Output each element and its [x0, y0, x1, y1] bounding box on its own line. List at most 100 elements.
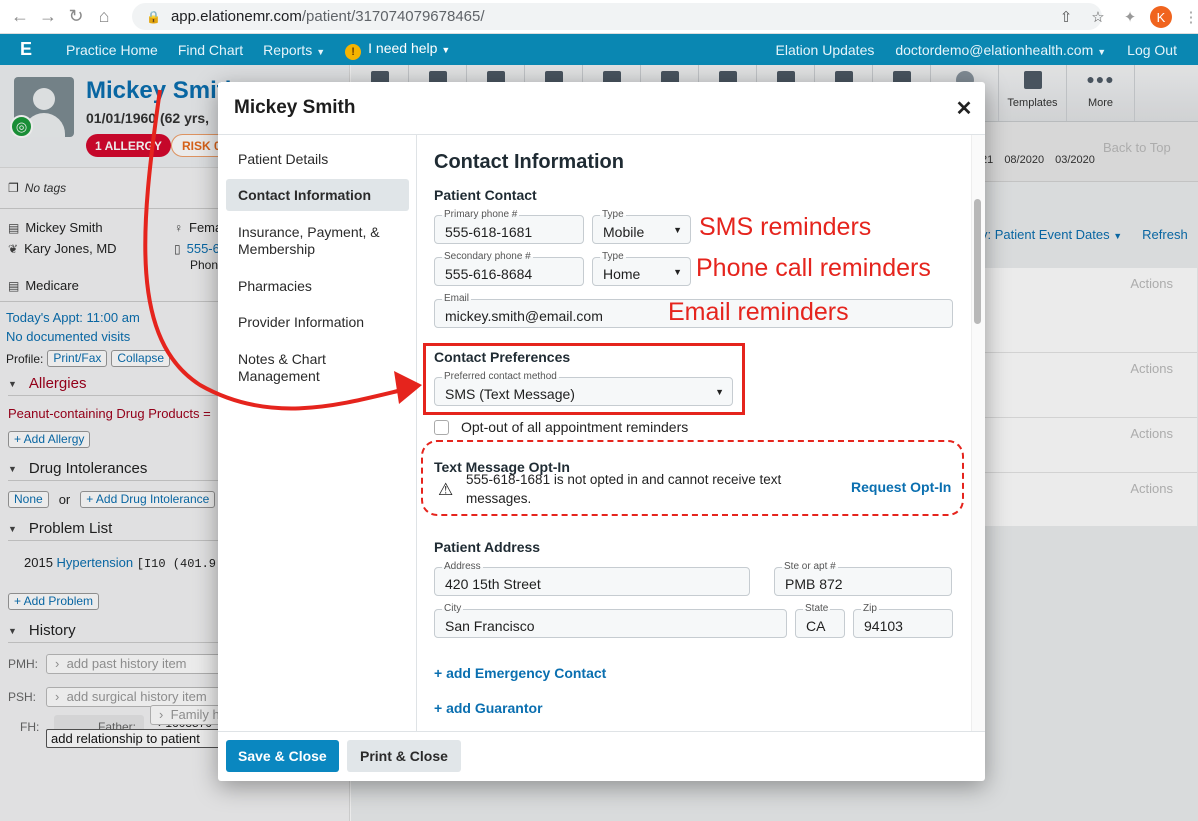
forward-arrow-icon[interactable]: → — [34, 3, 62, 31]
city-label: City — [442, 603, 464, 614]
nav-find-chart[interactable]: Find Chart — [178, 42, 243, 58]
templates-label: Templates — [1007, 97, 1058, 109]
nav-user-menu[interactable]: doctordemo@elationhealth.com ▼ — [895, 42, 1106, 58]
state-field[interactable]: State CA — [795, 603, 845, 638]
add-allergy-button[interactable]: + Add Allergy — [8, 431, 91, 448]
secondary-phone-field[interactable]: Secondary phone # 555-616-8684 — [434, 251, 584, 286]
pmh-input[interactable]: › add past history item — [46, 653, 226, 674]
city-field[interactable]: City San Francisco — [434, 603, 787, 638]
optin-warning-text: 555-618-1681 is not opted in and cannot … — [466, 472, 782, 506]
toolbar-more[interactable]: ●●● More — [1067, 65, 1135, 121]
scrollbar-thumb[interactable] — [974, 199, 981, 324]
annotation-sms: SMS reminders — [699, 213, 872, 241]
actions-link[interactable]: Actions — [1130, 481, 1173, 496]
print-close-button[interactable]: Print & Close — [347, 740, 461, 772]
none-button[interactable]: None — [8, 491, 49, 508]
secondary-phone-label: Secondary phone # — [442, 251, 533, 262]
secondary-type-select[interactable]: Type Home ▼ — [592, 251, 691, 286]
optout-label[interactable]: Opt-out of all appointment reminders — [461, 419, 688, 435]
add-emergency-contact-link[interactable]: + add Emergency Contact — [434, 665, 606, 681]
modal-nav-notes-chart[interactable]: Notes & Chart Management — [226, 351, 356, 385]
caret-down-icon: ▼ — [673, 267, 682, 277]
primary-phone-field[interactable]: Primary phone # 555-618-1681 — [434, 209, 584, 244]
browser-toolbar: ← → ↻ ⌂ 🔒 app.elationemr.com/patient/317… — [0, 0, 1198, 34]
drug-intolerances-title: Drug Intolerances — [28, 460, 148, 477]
state-value: CA — [806, 618, 826, 634]
sort-dropdown[interactable]: y: Patient Event Dates ▼ — [981, 227, 1122, 242]
close-icon[interactable]: ✕ — [953, 96, 975, 121]
zip-field[interactable]: Zip 94103 — [853, 603, 953, 638]
add-guarantor-link[interactable]: + add Guarantor — [434, 700, 543, 716]
extensions-icon[interactable]: ✦ — [1114, 8, 1146, 26]
alert-icon: ! — [345, 43, 362, 60]
actions-link[interactable]: Actions — [1130, 276, 1173, 291]
add-drug-intolerance-button[interactable]: + Add Drug Intolerance — [80, 491, 216, 508]
annotation-email: Email reminders — [668, 298, 849, 326]
star-icon[interactable]: ☆ — [1082, 8, 1114, 26]
phone-icon: ▯ — [174, 242, 181, 256]
primary-type-select[interactable]: Type Mobile ▼ — [592, 209, 691, 244]
nav-reports[interactable]: Reports ▼ — [263, 42, 325, 58]
problem-name[interactable]: Hypertension — [57, 555, 134, 570]
nav-elation-updates[interactable]: Elation Updates — [776, 42, 875, 58]
share-icon[interactable]: ⇧ — [1050, 8, 1082, 26]
nav-logout[interactable]: Log Out — [1127, 42, 1177, 58]
patient-modal: Mickey Smith ✕ Patient Details Contact I… — [218, 82, 985, 781]
problem-code: [I10 (401.9 — [136, 557, 216, 571]
patient-phone[interactable]: 555-6 — [187, 241, 220, 256]
caret-down-icon: ▼ — [1097, 46, 1107, 57]
psh-label: PSH: — [8, 689, 37, 704]
apt-field[interactable]: Ste or apt # PMB 872 — [774, 561, 952, 596]
city-value: San Francisco — [445, 618, 535, 634]
url-path: /patient/317074079678465/ — [301, 8, 485, 25]
more-dots-icon: ●●● — [1086, 71, 1115, 87]
modal-nav-insurance[interactable]: Insurance, Payment, & Membership — [226, 224, 396, 258]
refresh-link[interactable]: Refresh — [1142, 227, 1188, 242]
address-label: Address — [442, 561, 483, 572]
preferred-contact-method-select[interactable]: Preferred contact method SMS (Text Messag… — [434, 371, 733, 406]
zip-label: Zip — [861, 603, 879, 614]
modal-scrollbar[interactable] — [971, 135, 985, 731]
id-card-icon: ▤ — [8, 221, 20, 235]
home-icon[interactable]: ⌂ — [90, 3, 118, 31]
menu-dots-icon[interactable]: ⋮ — [1184, 8, 1198, 26]
modal-nav-pharmacies[interactable]: Pharmacies — [226, 278, 409, 295]
allergy-badge[interactable]: 1 ALLERGY — [86, 134, 171, 157]
timeline-date[interactable]: 03/2020 — [1055, 154, 1095, 166]
address-field[interactable]: Address 420 15th Street — [434, 561, 750, 596]
modal-nav-provider-information[interactable]: Provider Information — [226, 314, 409, 331]
nav-help-label: I need help — [368, 39, 438, 56]
user-email: doctordemo@elationhealth.com — [895, 41, 1094, 58]
contact-preferences-heading: Contact Preferences — [434, 349, 571, 365]
more-label: More — [1087, 97, 1114, 109]
triangle-down-icon: ▼ — [8, 463, 17, 474]
url-host: app.elationemr.com — [170, 8, 302, 25]
or-label: or — [58, 492, 71, 507]
elation-logo-icon[interactable]: E — [0, 34, 52, 65]
actions-link[interactable]: Actions — [1130, 361, 1173, 376]
modal-nav: Patient Details Contact Information Insu… — [218, 135, 417, 731]
toolbar-templates[interactable]: Templates — [999, 65, 1067, 121]
reload-icon[interactable]: ↻ — [62, 3, 90, 31]
caret-down-icon: ▼ — [316, 46, 326, 57]
back-arrow-icon[interactable]: ← — [6, 3, 34, 31]
actions-link[interactable]: Actions — [1130, 426, 1173, 441]
nav-practice-home[interactable]: Practice Home — [66, 42, 158, 58]
patient-display-name: Mickey Smith — [25, 220, 103, 235]
request-optin-link[interactable]: Request Opt-In — [851, 479, 951, 495]
modal-nav-contact-information[interactable]: Contact Information — [226, 179, 409, 211]
save-close-button[interactable]: Save & Close — [226, 740, 339, 772]
collapse-button[interactable]: Collapse — [111, 350, 171, 367]
optout-checkbox[interactable] — [434, 419, 449, 435]
print-fax-button[interactable]: Print/Fax — [47, 350, 108, 367]
patient-name[interactable]: Mickey Smith — [86, 77, 239, 105]
add-problem-button[interactable]: + Add Problem — [8, 593, 100, 610]
caret-down-icon: ▼ — [673, 225, 682, 235]
address-bar[interactable]: 🔒 app.elationemr.com/patient/31707407967… — [132, 3, 1102, 30]
timeline-date[interactable]: 08/2020 — [1004, 154, 1044, 166]
profile-avatar[interactable]: K — [1150, 6, 1172, 28]
psh-input[interactable]: › add surgical history item — [46, 686, 226, 707]
modal-nav-patient-details[interactable]: Patient Details — [226, 151, 409, 168]
back-to-top-link[interactable]: Back to Top — [1103, 140, 1171, 155]
nav-help[interactable]: ! I need help ▼ — [345, 40, 450, 60]
